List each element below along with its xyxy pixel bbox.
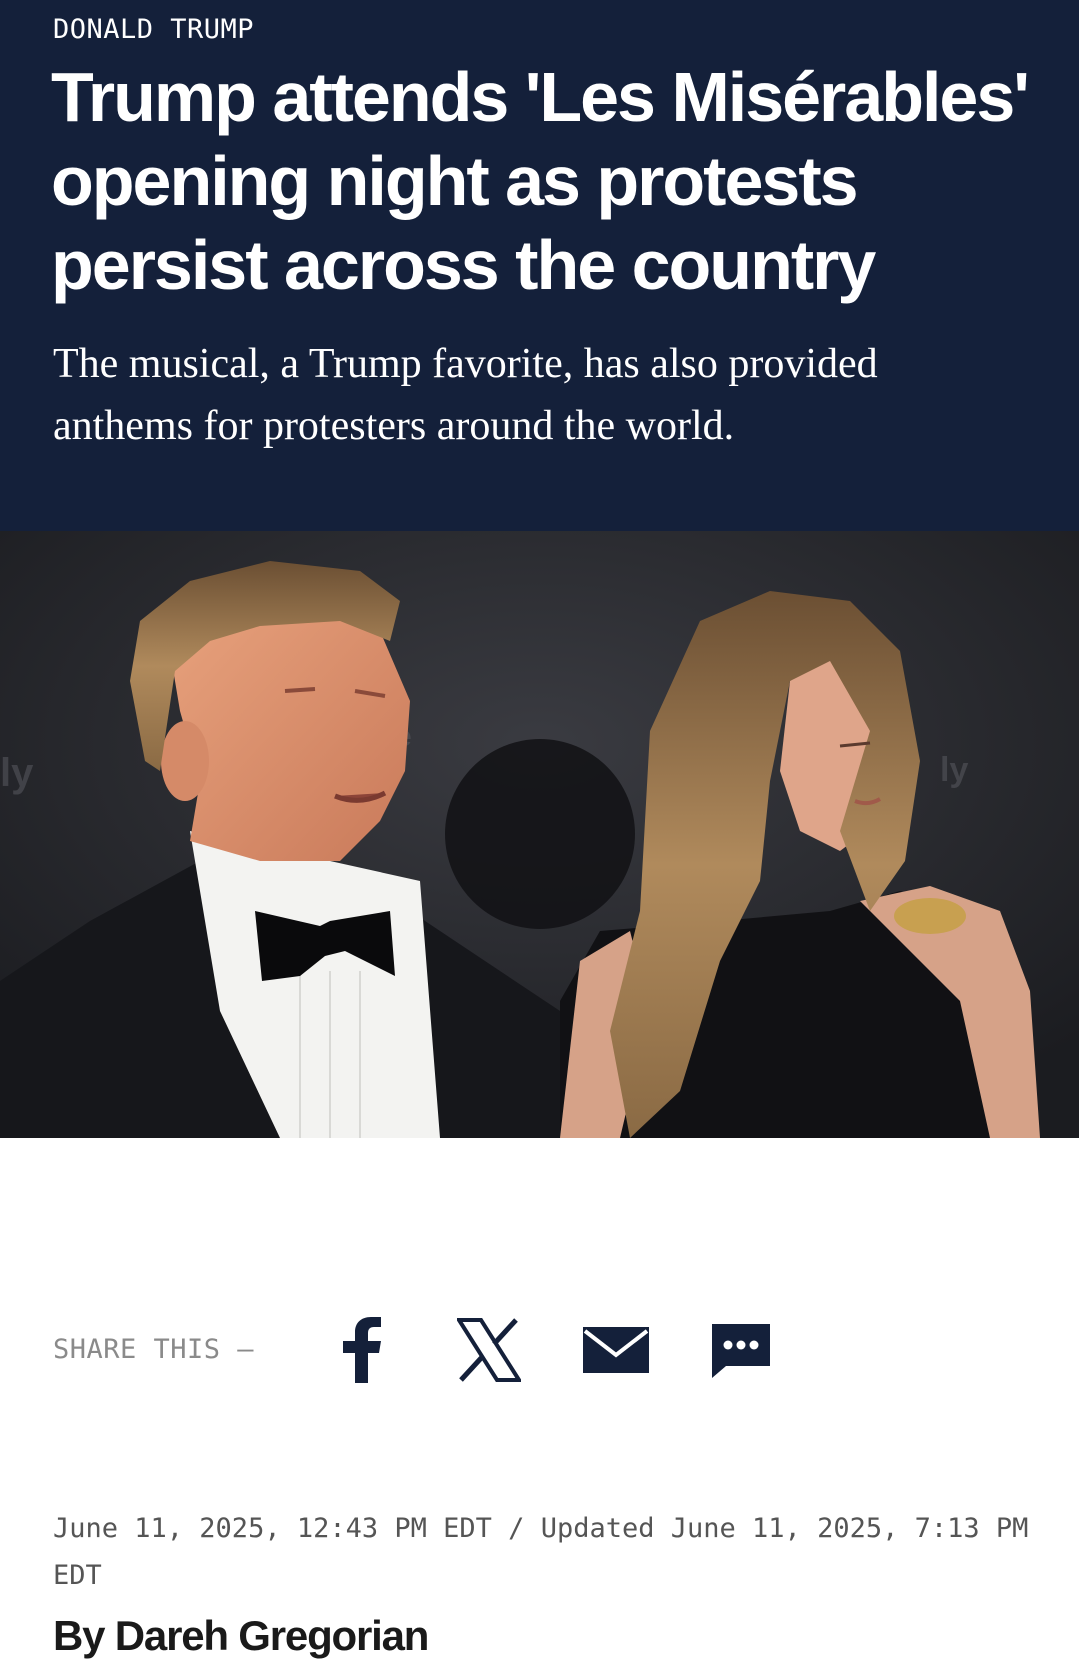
mail-icon xyxy=(583,1327,649,1373)
dek: The musical, a Trump favorite, has also … xyxy=(53,341,878,449)
headline: Trump attends 'Les Misérables' opening n… xyxy=(51,58,1030,304)
share-facebook-button[interactable] xyxy=(322,1310,402,1390)
share-label: SHARE THIS — xyxy=(53,1334,255,1365)
updated-label: Updated xyxy=(540,1513,655,1544)
x-icon xyxy=(457,1318,521,1382)
facebook-icon xyxy=(343,1317,381,1383)
svg-text:ly: ly xyxy=(940,751,968,789)
article-header: DONALD TRUMP Trump attends 'Les Misérabl… xyxy=(0,0,1079,531)
play-button[interactable] xyxy=(445,739,635,929)
share-email-button[interactable] xyxy=(576,1310,656,1390)
dateline: June 11, 2025, 12:43 PM EDT / Updated Ju… xyxy=(53,1505,1043,1599)
share-x-button[interactable] xyxy=(449,1310,529,1390)
section-label[interactable]: DONALD TRUMP xyxy=(53,14,254,45)
share-sms-button[interactable] xyxy=(701,1310,781,1390)
byline: By Dareh Gregorian xyxy=(53,1612,430,1660)
date-separator: / xyxy=(508,1513,525,1544)
message-icon xyxy=(712,1324,770,1378)
byline-prefix: By xyxy=(53,1612,106,1659)
author-link[interactable]: Dareh Gregorian xyxy=(115,1612,430,1659)
svg-text:ly: ly xyxy=(0,751,34,795)
published-date: June 11, 2025, 12:43 PM EDT xyxy=(53,1513,492,1544)
